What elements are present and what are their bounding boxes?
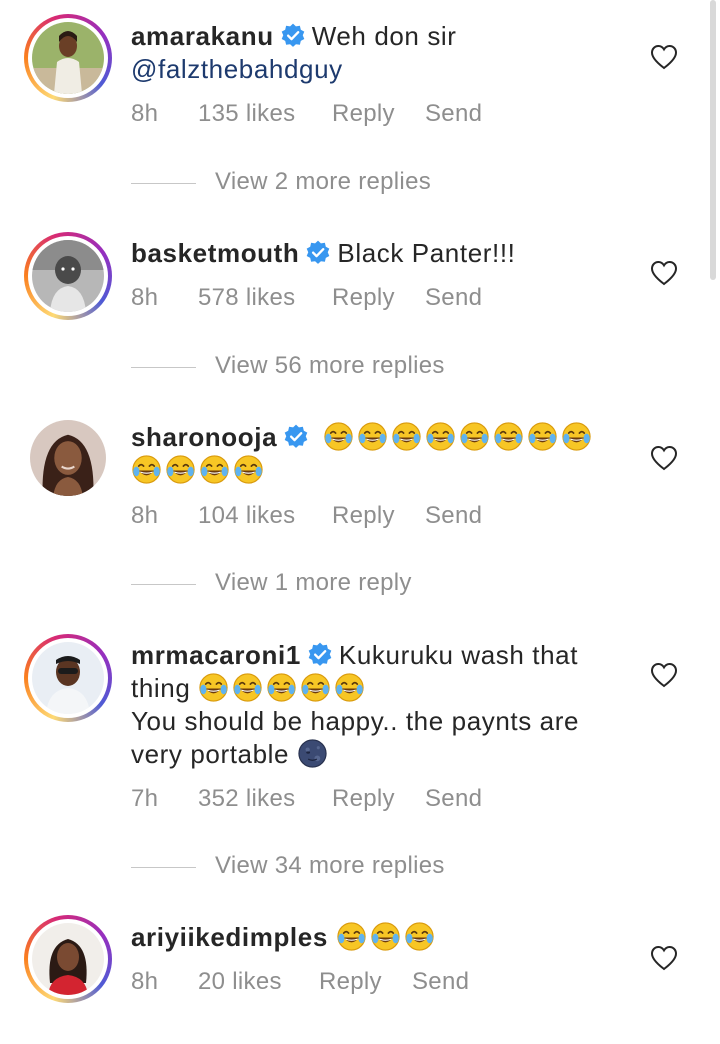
avatar[interactable] xyxy=(24,232,112,320)
avatar[interactable] xyxy=(30,420,106,496)
comment-body: Weh don sir xyxy=(311,21,457,51)
send-button[interactable]: Send xyxy=(425,502,482,530)
comment-body-line2: thing xyxy=(131,673,191,703)
face-with-tears-of-joy-emoji xyxy=(493,421,524,452)
face-with-tears-of-joy-emoji xyxy=(334,672,365,703)
profile-photo xyxy=(32,642,104,714)
face-with-tears-of-joy-emoji xyxy=(131,454,162,485)
face-with-tears-of-joy-emoji xyxy=(198,672,229,703)
username[interactable]: ariyiikedimples xyxy=(131,922,328,952)
profile-photo xyxy=(32,240,104,312)
face-with-tears-of-joy-emoji xyxy=(527,421,558,452)
profile-photo xyxy=(32,22,104,94)
divider xyxy=(131,584,196,585)
username[interactable]: mrmacaroni1 xyxy=(131,640,301,670)
face-with-tears-of-joy-emoji xyxy=(323,421,354,452)
likes-count[interactable]: 578 likes xyxy=(198,284,295,312)
face-with-tears-of-joy-emoji xyxy=(232,672,263,703)
verified-badge-icon xyxy=(307,642,333,668)
face-with-tears-of-joy-emoji xyxy=(561,421,592,452)
username[interactable]: sharonooja xyxy=(131,422,277,452)
send-button[interactable]: Send xyxy=(412,968,469,996)
view-replies-label: View 34 more replies xyxy=(215,852,445,879)
username[interactable]: basketmouth xyxy=(131,238,299,268)
profile-photo xyxy=(30,420,106,496)
like-heart-icon[interactable] xyxy=(650,260,678,286)
reply-button[interactable]: Reply xyxy=(332,100,395,128)
face-with-tears-of-joy-emoji xyxy=(233,454,264,485)
reply-button[interactable]: Reply xyxy=(332,502,395,530)
send-button[interactable]: Send xyxy=(425,785,482,813)
timestamp: 8h xyxy=(131,100,159,127)
timestamp: 8h xyxy=(131,284,159,311)
comment-body: Black Panter!!! xyxy=(337,238,516,268)
avatar[interactable] xyxy=(24,14,112,102)
verified-badge-icon xyxy=(283,424,309,450)
view-replies-label: View 1 more reply xyxy=(215,569,412,596)
mention-link[interactable]: @falzthebahdguy xyxy=(131,54,343,84)
send-button[interactable]: Send xyxy=(425,100,482,128)
face-with-tears-of-joy-emoji xyxy=(425,421,456,452)
send-button[interactable]: Send xyxy=(425,284,482,312)
profile-photo xyxy=(32,923,104,995)
verified-badge-icon xyxy=(305,240,331,266)
likes-count[interactable]: 135 likes xyxy=(198,100,295,128)
verified-badge-icon xyxy=(280,23,306,49)
comment-body-line4: very portable xyxy=(131,739,290,769)
timestamp: 7h xyxy=(131,785,159,812)
avatar[interactable] xyxy=(24,634,112,722)
face-with-tears-of-joy-emoji xyxy=(404,921,435,952)
view-replies-label: View 56 more replies xyxy=(215,352,445,379)
comment-text: mrmacaroni1 Kukuruku wash that thing You … xyxy=(131,639,621,771)
comment-body-line1: Kukuruku wash that xyxy=(338,640,579,670)
like-heart-icon[interactable] xyxy=(650,445,678,471)
comment-body-line3: You should be happy.. the paynts are xyxy=(131,706,580,736)
divider xyxy=(131,183,196,184)
like-heart-icon[interactable] xyxy=(650,945,678,971)
comment-text: sharonooja xyxy=(131,421,621,487)
like-heart-icon[interactable] xyxy=(650,662,678,688)
likes-count[interactable]: 104 likes xyxy=(198,502,295,530)
likes-count[interactable]: 20 likes xyxy=(198,968,282,996)
face-with-tears-of-joy-emoji xyxy=(165,454,196,485)
divider xyxy=(131,367,196,368)
new-moon-face-emoji xyxy=(297,738,328,769)
scrollbar[interactable] xyxy=(710,0,716,280)
reply-button[interactable]: Reply xyxy=(332,785,395,813)
username[interactable]: amarakanu xyxy=(131,21,274,51)
comment-text: ariyiikedimples xyxy=(131,921,621,954)
face-with-tears-of-joy-emoji xyxy=(300,672,331,703)
reply-button[interactable]: Reply xyxy=(332,284,395,312)
face-with-tears-of-joy-emoji xyxy=(459,421,490,452)
face-with-tears-of-joy-emoji xyxy=(266,672,297,703)
divider xyxy=(131,867,196,868)
comment-text: basketmouth Black Panter!!! xyxy=(131,237,621,270)
face-with-tears-of-joy-emoji xyxy=(199,454,230,485)
face-with-tears-of-joy-emoji xyxy=(336,921,367,952)
reply-button[interactable]: Reply xyxy=(319,968,382,996)
timestamp: 8h xyxy=(131,968,159,995)
avatar[interactable] xyxy=(24,915,112,1003)
timestamp: 8h xyxy=(131,502,159,529)
face-with-tears-of-joy-emoji xyxy=(370,921,401,952)
face-with-tears-of-joy-emoji xyxy=(391,421,422,452)
comment-text: amarakanu Weh don sir @falzthebahdguy xyxy=(131,20,621,86)
like-heart-icon[interactable] xyxy=(650,44,678,70)
likes-count[interactable]: 352 likes xyxy=(198,785,295,813)
view-replies-label: View 2 more replies xyxy=(215,168,432,195)
face-with-tears-of-joy-emoji xyxy=(357,421,388,452)
